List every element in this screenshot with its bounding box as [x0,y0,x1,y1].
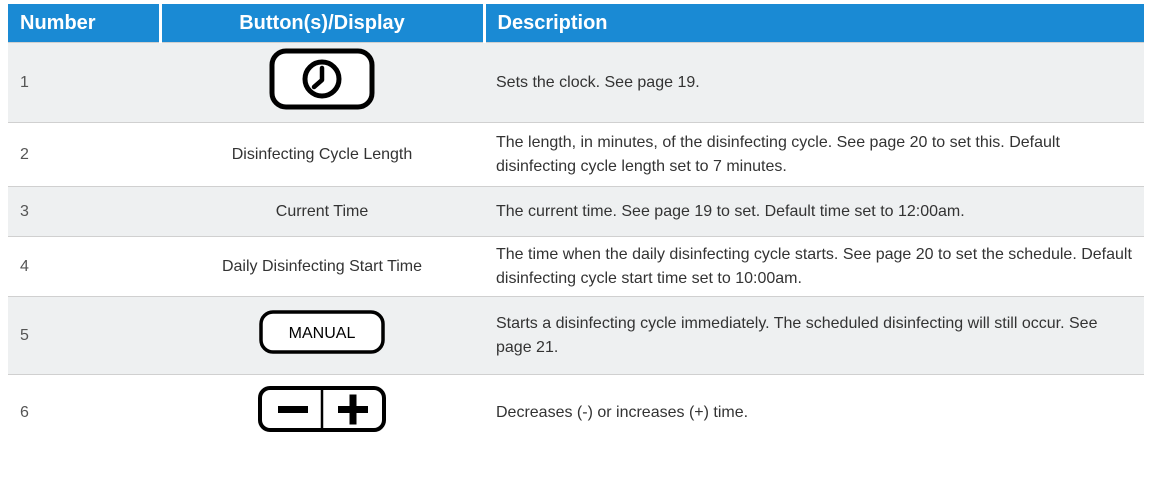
header-description: Description [484,4,1144,43]
row-number: 4 [8,236,160,297]
manual-button-icon: MANUAL [258,309,386,363]
table-row: 5 MANUAL Starts a disinfecting cycle imm… [8,296,1144,375]
row-display: Daily Disinfecting Start Time [160,236,484,297]
row-display [160,374,484,451]
clock-icon [268,47,376,119]
row-number: 5 [8,296,160,375]
row-number: 3 [8,186,160,237]
row-description: Starts a disinfecting cycle immediately.… [484,296,1144,375]
header-row: Number Button(s)/Display Description [8,4,1144,43]
manual-button-label: MANUAL [289,325,356,342]
row-number: 2 [8,122,160,187]
header-number: Number [8,4,162,43]
table-row: 4 Daily Disinfecting Start Time The time… [8,236,1144,297]
table-row: 6 Decreases (-) or increases (+) time. [8,374,1144,451]
table-row: 2 Disinfecting Cycle Length The length, … [8,122,1144,187]
table-row: 1 Sets the clock. See page 19. [8,42,1144,123]
row-description: Sets the clock. See page 19. [484,42,1144,123]
row-display: Disinfecting Cycle Length [160,122,484,187]
row-description: The current time. See page 19 to set. De… [484,186,1144,237]
row-description: The time when the daily disinfecting cyc… [484,236,1144,297]
row-display: MANUAL [160,296,484,375]
minus-plus-icon [256,384,388,442]
row-display [160,42,484,123]
row-display: Current Time [160,186,484,237]
row-number: 1 [8,42,160,123]
header-button-display: Button(s)/Display [160,4,486,43]
row-number: 6 [8,374,160,451]
reference-table: Number Button(s)/Display Description 1 S… [8,4,1144,451]
table-row: 3 Current Time The current time. See pag… [8,186,1144,237]
row-description: Decreases (-) or increases (+) time. [484,374,1144,451]
row-description: The length, in minutes, of the disinfect… [484,122,1144,187]
